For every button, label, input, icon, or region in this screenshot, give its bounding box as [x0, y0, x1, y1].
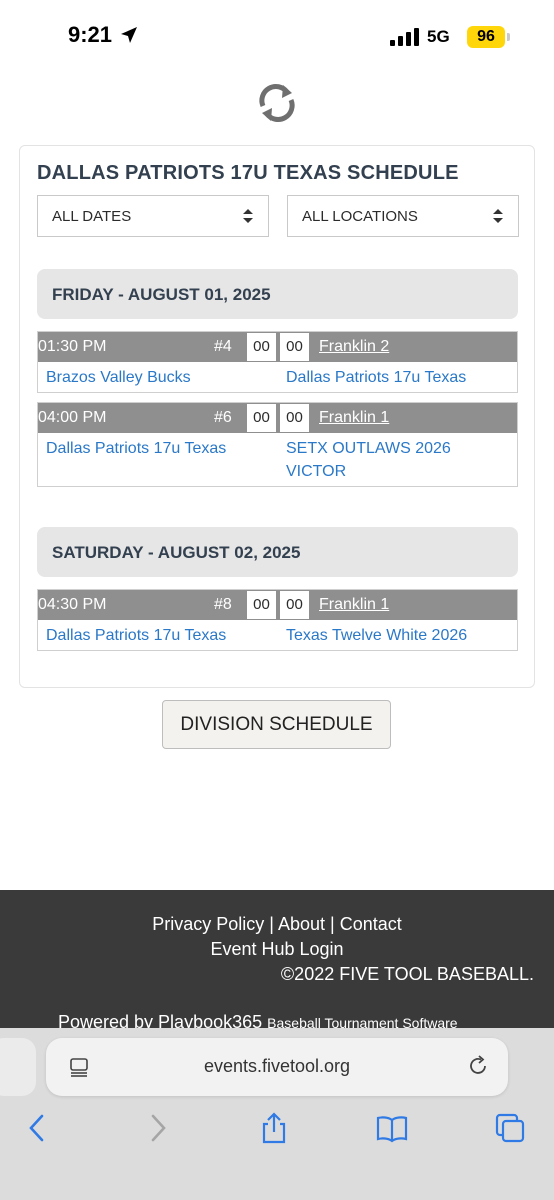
contact-link[interactable]: Contact — [340, 914, 402, 934]
battery-indicator: 96 — [467, 26, 505, 48]
score-away: 00 — [279, 332, 310, 362]
tabs-icon[interactable] — [494, 1112, 526, 1144]
status-time: 9:21 — [68, 22, 113, 47]
signal-icon — [390, 28, 419, 46]
bookmarks-icon[interactable] — [376, 1112, 408, 1144]
team-link[interactable]: Dallas Patriots 17u Texas — [46, 624, 226, 647]
game-card: 04:00 PM #6 00 00 Franklin 1 Dallas Patr… — [37, 402, 518, 487]
reload-icon[interactable] — [466, 1054, 490, 1078]
game-bar: 04:00 PM #6 00 00 Franklin 1 — [38, 403, 517, 433]
game-card: 04:30 PM #8 00 00 Franklin 1 Dallas Patr… — [37, 589, 518, 651]
schedule-card: DALLAS PATRIOTS 17U TEXAS SCHEDULE ALL D… — [19, 145, 535, 688]
about-link[interactable]: About — [278, 914, 325, 934]
url-text: events.fivetool.org — [203, 1056, 351, 1076]
division-schedule-button[interactable]: DIVISION SCHEDULE — [162, 700, 391, 749]
game-teams: Brazos Valley Bucks Dallas Patriots 17u … — [38, 362, 517, 392]
share-icon[interactable] — [258, 1112, 290, 1144]
browser-toolbar: events.fivetool.org — [0, 1028, 554, 1200]
status-bar: 9:21 5G 96 — [0, 0, 554, 70]
footer-separator: | — [269, 914, 274, 934]
day-header: SATURDAY - AUGUST 02, 2025 — [37, 527, 518, 577]
team-link[interactable]: SETX OUTLAWS 2026 VICTOR — [286, 437, 486, 483]
day-header: FRIDAY - AUGUST 01, 2025 — [37, 269, 518, 319]
back-icon[interactable] — [22, 1112, 54, 1144]
previous-tab-preview[interactable] — [0, 1038, 36, 1096]
refresh-icon[interactable] — [255, 82, 299, 124]
day-header-label: FRIDAY - AUGUST 01, 2025 — [52, 285, 271, 304]
score-home: 00 — [246, 590, 277, 620]
game-teams: Dallas Patriots 17u Texas Texas Twelve W… — [38, 620, 517, 650]
game-time: 04:00 PM — [38, 409, 107, 426]
game-number: #4 — [214, 338, 232, 355]
location-arrow-icon — [121, 27, 137, 43]
score-home: 00 — [246, 403, 277, 433]
score-away: 00 — [279, 590, 310, 620]
select-arrows-icon — [243, 209, 253, 223]
privacy-policy-link[interactable]: Privacy Policy — [152, 914, 264, 934]
score-home: 00 — [246, 332, 277, 362]
url-bar[interactable]: events.fivetool.org — [46, 1038, 508, 1096]
footer-separator: | — [330, 914, 335, 934]
dates-select-value: ALL DATES — [52, 208, 132, 225]
team-link[interactable]: Dallas Patriots 17u Texas — [46, 437, 226, 460]
team-link[interactable]: Brazos Valley Bucks — [46, 366, 191, 389]
locations-select-value: ALL LOCATIONS — [302, 208, 418, 225]
game-number: #8 — [214, 596, 232, 613]
team-link[interactable]: Dallas Patriots 17u Texas — [286, 366, 511, 389]
dates-select[interactable]: ALL DATES — [37, 195, 269, 237]
game-teams: Dallas Patriots 17u Texas SETX OUTLAWS 2… — [38, 433, 517, 486]
field-link[interactable]: Franklin 2 — [319, 338, 389, 356]
game-time: 04:30 PM — [38, 596, 107, 613]
schedule-title: DALLAS PATRIOTS 17U TEXAS SCHEDULE — [37, 162, 459, 184]
page: 9:21 5G 96 DALLAS PATRIOTS 17U TEXAS SCH… — [0, 0, 554, 1200]
game-time: 01:30 PM — [38, 338, 107, 355]
field-link[interactable]: Franklin 1 — [319, 596, 389, 614]
battery-cap — [507, 33, 510, 41]
score-away: 00 — [279, 403, 310, 433]
select-arrows-icon — [493, 209, 503, 223]
event-hub-login-link[interactable]: Event Hub Login — [0, 939, 554, 960]
network-label: 5G — [427, 27, 450, 46]
copyright: ©2022 FIVE TOOL BASEBALL. — [280, 964, 534, 984]
team-link[interactable]: Texas Twelve White 2026 — [286, 624, 511, 647]
game-card: 01:30 PM #4 00 00 Franklin 2 Brazos Vall… — [37, 331, 518, 393]
game-number: #6 — [214, 409, 232, 426]
footer: Privacy Policy | About | Contact Event H… — [0, 890, 554, 1040]
footer-links: Privacy Policy | About | Contact — [0, 914, 554, 935]
game-bar: 01:30 PM #4 00 00 Franklin 2 — [38, 332, 517, 362]
game-bar: 04:30 PM #8 00 00 Franklin 1 — [38, 590, 517, 620]
day-header-label: SATURDAY - AUGUST 02, 2025 — [52, 543, 301, 562]
forward-icon[interactable] — [141, 1112, 173, 1144]
field-link[interactable]: Franklin 1 — [319, 409, 389, 427]
locations-select[interactable]: ALL LOCATIONS — [287, 195, 519, 237]
